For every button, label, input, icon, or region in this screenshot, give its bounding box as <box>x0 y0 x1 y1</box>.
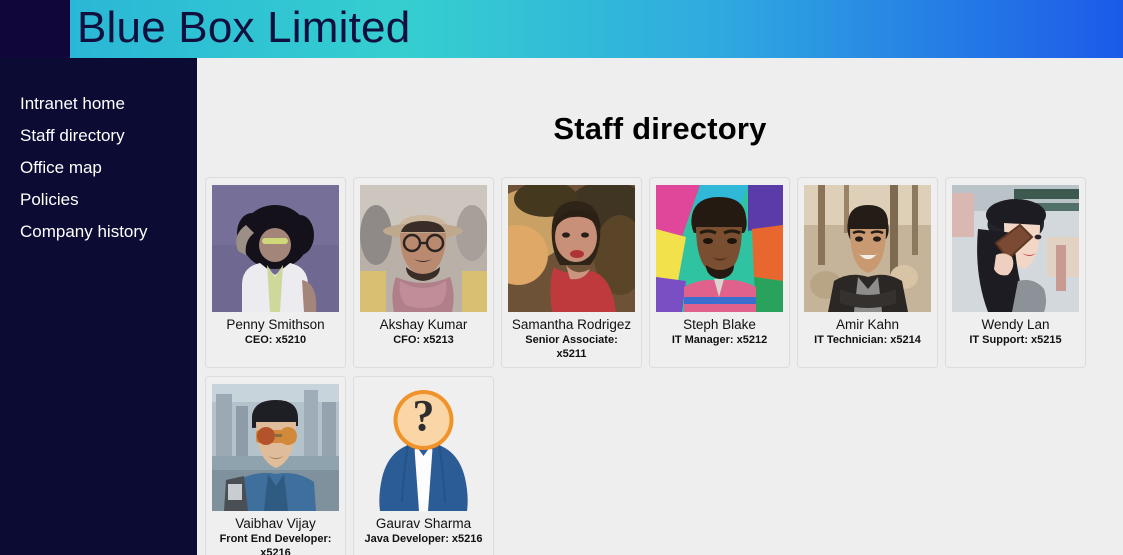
staff-role: Java Developer: x5216 <box>364 533 483 545</box>
staff-card[interactable]: Penny Smithson CEO: x5210 <box>205 177 346 368</box>
staff-name: Akshay Kumar <box>379 317 468 332</box>
sidebar-item-company-history[interactable]: Company history <box>0 216 197 248</box>
staff-name: Vaibhav Vijay <box>235 516 316 531</box>
staff-role: IT Technician: x5214 <box>814 334 921 346</box>
staff-photo-samantha-rodrigez <box>508 185 635 312</box>
staff-role: Front End Developer: x5216 <box>219 533 332 555</box>
sidebar-item-staff-directory[interactable]: Staff directory <box>0 120 197 152</box>
main-content: Staff directory Penny Smithson CEO: x521… <box>197 58 1123 555</box>
staff-card[interactable]: Akshay Kumar CFO: x5213 <box>353 177 494 368</box>
staff-role: Senior Associate: x5211 <box>525 334 618 360</box>
page-title: Staff directory <box>553 111 767 146</box>
staff-name: Amir Kahn <box>835 317 900 332</box>
staff-card[interactable]: Amir Kahn IT Technician: x5214 <box>797 177 938 368</box>
staff-photo-wendy-lan <box>952 185 1079 312</box>
staff-photo-vaibhav-vijay <box>212 384 339 511</box>
staff-card[interactable]: Steph Blake IT Manager: x5212 <box>649 177 790 368</box>
staff-card[interactable]: Wendy Lan IT Support: x5215 <box>945 177 1086 368</box>
sidebar-item-office-map[interactable]: Office map <box>0 152 197 184</box>
staff-name: Gaurav Sharma <box>375 516 472 531</box>
sidebar-item-policies[interactable]: Policies <box>0 184 197 216</box>
staff-name: Penny Smithson <box>226 317 325 332</box>
staff-role: CFO: x5213 <box>393 334 454 346</box>
header-banner: Blue Box Limited <box>70 0 1123 58</box>
staff-role: IT Support: x5215 <box>969 334 1062 346</box>
staff-role: IT Manager: x5212 <box>671 334 768 346</box>
staff-role: CEO: x5210 <box>244 334 307 346</box>
svg-text:?: ? <box>413 391 435 440</box>
sidebar-item-intranet-home[interactable]: Intranet home <box>0 88 197 120</box>
staff-name: Samantha Rodrigez <box>511 317 632 332</box>
staff-name: Steph Blake <box>683 317 756 332</box>
staff-card-grid: Penny Smithson CEO: x5210 Akshay Kumar C… <box>205 177 1123 555</box>
sidebar-nav: Intranet home Staff directory Office map… <box>0 88 197 248</box>
company-title: Blue Box Limited <box>77 3 411 52</box>
staff-photo-amir-kahn <box>804 185 931 312</box>
staff-photo-akshay-kumar <box>360 185 487 312</box>
staff-card[interactable]: Samantha Rodrigez Senior Associate: x521… <box>501 177 642 368</box>
sidebar: Intranet home Staff directory Office map… <box>0 0 197 555</box>
staff-card[interactable]: Vaibhav Vijay Front End Developer: x5216 <box>205 376 346 555</box>
staff-name: Wendy Lan <box>981 317 1050 332</box>
intranet-page: Intranet home Staff directory Office map… <box>0 0 1123 555</box>
staff-card[interactable]: ? Gaurav Sharma Java Developer: x5216 <box>353 376 494 555</box>
staff-photo-placeholder-gaurav-sharma: ? <box>360 384 487 511</box>
staff-photo-steph-blake <box>656 185 783 312</box>
staff-photo-penny-smithson <box>212 185 339 312</box>
